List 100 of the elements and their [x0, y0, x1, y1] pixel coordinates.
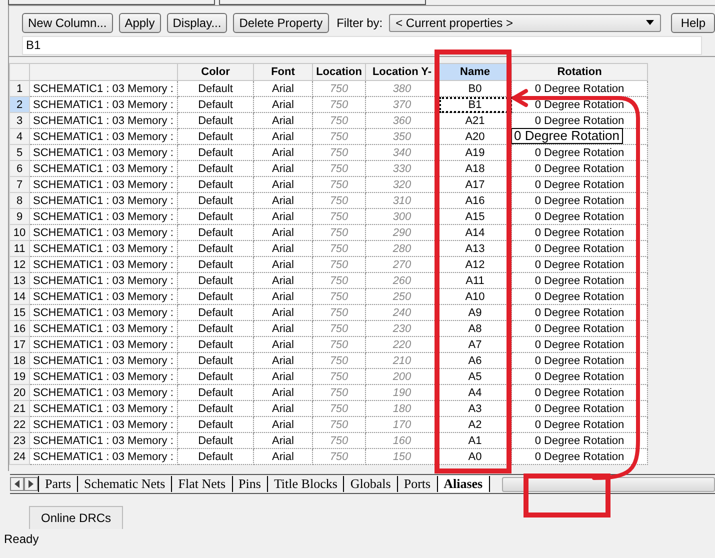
toolbar-button[interactable]: Display...: [166, 12, 228, 32]
sheet-tab[interactable]: Pins: [232, 476, 267, 492]
row-number[interactable]: 1: [10, 80, 30, 96]
row-number[interactable]: 9: [10, 208, 30, 224]
table-cell: 0 Degree Rotation: [512, 352, 648, 368]
table-cell: 750: [312, 304, 366, 320]
table-cell: Arial: [254, 240, 312, 256]
table-cell: Arial: [254, 448, 312, 464]
tab[interactable]: Online DRCs: [29, 506, 124, 529]
row-number[interactable]: 23: [10, 432, 30, 448]
scroll-left-icon[interactable]: [10, 477, 24, 491]
table-cell: 0 Degree Rotation: [512, 240, 648, 256]
sheet-tab[interactable]: Parts: [38, 476, 77, 492]
row-number[interactable]: 7: [10, 176, 30, 192]
table-cell: Arial: [254, 288, 312, 304]
header-cell: [10, 64, 30, 80]
row-number[interactable]: 2: [10, 96, 30, 112]
row-number[interactable]: 6: [10, 160, 30, 176]
row-number[interactable]: 17: [10, 336, 30, 352]
row-number[interactable]: 12: [10, 256, 30, 272]
table-cell: SCHEMATIC1 : 03 Memory :: [30, 128, 178, 144]
column-header[interactable]: Name: [438, 64, 512, 80]
table-cell: 0 Degree Rotation: [512, 256, 648, 272]
table-cell: SCHEMATIC1 : 03 Memory :: [30, 448, 178, 464]
table-cell: SCHEMATIC1 : 03 Memory :: [30, 272, 178, 288]
table-cell: 750: [312, 96, 366, 112]
table-cell: SCHEMATIC1 : 03 Memory :: [30, 304, 178, 320]
table-cell: 750: [312, 144, 366, 160]
table-cell: 750: [312, 192, 366, 208]
toolbar-button[interactable]: Delete Property: [233, 12, 329, 32]
row-number[interactable]: 16: [10, 320, 30, 336]
row-number[interactable]: 13: [10, 272, 30, 288]
help-button[interactable]: Help: [671, 12, 715, 32]
table-cell: 0 Degree Rotation: [512, 368, 648, 384]
row-number[interactable]: 24: [10, 448, 30, 464]
table-cell: Default: [178, 352, 254, 368]
table-cell: Default: [178, 144, 254, 160]
input-field[interactable]: B1: [22, 36, 702, 55]
dropdown-value: < Current properties >: [396, 16, 513, 30]
table-cell: Default: [178, 224, 254, 240]
table-cell: SCHEMATIC1 : 03 Memory :: [30, 416, 178, 432]
row-number[interactable]: 5: [10, 144, 30, 160]
tooltip: 0 Degree Rotation: [511, 128, 623, 144]
table-cell: Default: [178, 160, 254, 176]
table-cell: 0 Degree Rotation: [512, 224, 648, 240]
table-cell: Default: [178, 240, 254, 256]
table-cell: 750: [312, 432, 366, 448]
sheet-tab[interactable]: Flat Nets: [171, 476, 232, 492]
table-cell: Arial: [254, 96, 312, 112]
table-cell: 750: [312, 240, 366, 256]
table-cell: 750: [312, 224, 366, 240]
row-number[interactable]: 8: [10, 192, 30, 208]
table-cell: 0 Degree Rotation: [512, 304, 648, 320]
table-cell: SCHEMATIC1 : 03 Memory :: [30, 432, 178, 448]
row-number[interactable]: 22: [10, 416, 30, 432]
row-number[interactable]: 19: [10, 368, 30, 384]
row-number[interactable]: 20: [10, 384, 30, 400]
status-text: Ready: [3, 532, 40, 546]
sheet-tab[interactable]: Aliases: [436, 476, 490, 492]
table-cell: 0 Degree Rotation: [512, 384, 648, 400]
table-cell: 0 Degree Rotation: [512, 144, 648, 160]
row-number[interactable]: 14: [10, 288, 30, 304]
table-cell: 750: [312, 288, 366, 304]
row-number[interactable]: 10: [10, 224, 30, 240]
table-cell: SCHEMATIC1 : 03 Memory :: [30, 160, 178, 176]
table-cell: 750: [312, 336, 366, 352]
sheet-tab[interactable]: Schematic Nets: [77, 476, 172, 492]
sheet-tab[interactable]: Globals: [343, 476, 397, 492]
table-cell: Arial: [254, 176, 312, 192]
column-header[interactable]: Font: [254, 64, 312, 80]
table-cell: 750: [312, 80, 366, 96]
table-cell: 750: [312, 352, 366, 368]
column-header[interactable]: Location: [312, 64, 366, 80]
table-cell: 0 Degree Rotation: [512, 400, 648, 416]
table-cell: SCHEMATIC1 : 03 Memory :: [30, 384, 178, 400]
table-cell: Arial: [254, 416, 312, 432]
table-cell: Default: [178, 336, 254, 352]
column-header[interactable]: Rotation: [512, 64, 648, 80]
row-number[interactable]: 3: [10, 112, 30, 128]
scroll-right-icon[interactable]: [24, 477, 38, 491]
table-cell: SCHEMATIC1 : 03 Memory :: [30, 96, 178, 112]
row-number[interactable]: 4: [10, 128, 30, 144]
row-number[interactable]: 21: [10, 400, 30, 416]
column-header[interactable]: Color: [178, 64, 254, 80]
table-cell: Arial: [254, 144, 312, 160]
table-cell: SCHEMATIC1 : 03 Memory :: [30, 320, 178, 336]
row-number[interactable]: 18: [10, 352, 30, 368]
toolbar-button[interactable]: New Column...: [22, 12, 113, 32]
sheet-tab[interactable]: Title Blocks: [266, 476, 344, 492]
row-number[interactable]: 11: [10, 240, 30, 256]
table-cell: SCHEMATIC1 : 03 Memory :: [30, 288, 178, 304]
table-cell: Default: [178, 128, 254, 144]
table-cell: 750: [312, 320, 366, 336]
toolbar-button[interactable]: Apply: [118, 12, 161, 32]
table-cell: SCHEMATIC1 : 03 Memory :: [30, 176, 178, 192]
table-cell: 750: [312, 368, 366, 384]
table-cell: SCHEMATIC1 : 03 Memory :: [30, 400, 178, 416]
table-cell: Arial: [254, 400, 312, 416]
filter-dropdown[interactable]: < Current properties >: [388, 14, 662, 32]
row-number[interactable]: 15: [10, 304, 30, 320]
